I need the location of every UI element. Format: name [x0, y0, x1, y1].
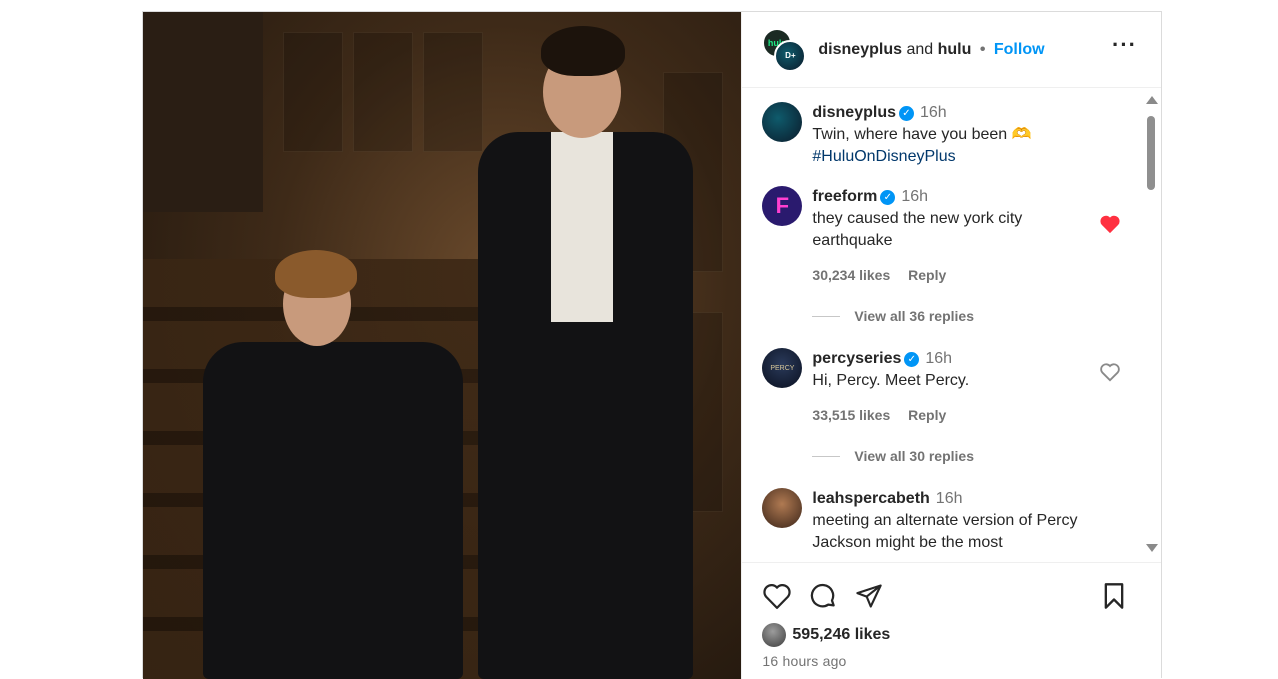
separator-dot: •	[979, 40, 986, 58]
scroll-up-arrow-icon[interactable]	[1146, 96, 1158, 104]
comment-likes[interactable]: 30,234 likes	[812, 267, 890, 283]
verified-badge-icon: ✓	[904, 352, 920, 367]
replies-divider	[812, 455, 841, 457]
view-replies-text[interactable]: View all 36 replies	[854, 308, 974, 324]
comments-list: disneyplus ✓ 16h Twin, where have you been…	[742, 88, 1161, 562]
likes-count[interactable]: 595,246 likes	[792, 626, 890, 644]
post-header: hulu D+ disneyplus and hulu • Follow ···	[742, 12, 1161, 88]
verified-badge-icon: ✓	[898, 106, 914, 121]
scroll-down-arrow-icon[interactable]	[1146, 544, 1158, 552]
post-actions: 595,246 likes 16 hours ago	[742, 562, 1161, 679]
owner-and-text: and	[906, 40, 934, 58]
owner-avatars[interactable]: hulu D+	[762, 27, 807, 72]
photo-background-wall	[143, 12, 263, 212]
share-send-icon[interactable]	[854, 582, 884, 610]
like-heart-icon[interactable]	[762, 582, 792, 610]
seated-person-hair	[275, 250, 357, 298]
caption-text: Twin, where have you been 🫶	[812, 126, 1032, 143]
comment-avatar[interactable]: PERCY	[762, 348, 803, 388]
follow-button[interactable]: Follow	[994, 41, 1045, 58]
comment-time: 16h	[935, 490, 963, 507]
comment-likes[interactable]: 33,515 likes	[812, 407, 890, 423]
seated-person-suit	[203, 342, 463, 679]
caption-hashtag[interactable]: #HuluOnDisneyPlus	[812, 148, 955, 165]
comment-avatar[interactable]	[762, 488, 803, 528]
standing-person-shirt	[551, 132, 613, 322]
comment-avatar[interactable]: F	[762, 186, 803, 226]
heart-filled-icon[interactable]	[1099, 214, 1121, 239]
comment-username[interactable]: freeform	[812, 188, 877, 205]
heart-outline-icon[interactable]	[1099, 362, 1121, 387]
more-options-icon[interactable]: ···	[1112, 34, 1137, 56]
comment-time: 16h	[925, 350, 953, 367]
comment-item: PERCY percyseries ✓ 16h Hi, Percy. Meet Pe…	[762, 348, 1161, 426]
view-replies-text[interactable]: View all 30 replies	[854, 448, 974, 464]
caption-avatar[interactable]	[762, 102, 803, 142]
comment-username[interactable]: leahspercabeth	[812, 490, 929, 507]
liker-avatar[interactable]	[762, 623, 787, 647]
comment-item: F freeform ✓ 16h they caused the new york …	[762, 186, 1161, 286]
view-replies-button[interactable]: View all 30 replies	[812, 448, 1161, 464]
comment-reply-button[interactable]: Reply	[908, 407, 946, 423]
owner-username[interactable]: disneyplus	[818, 41, 902, 58]
comment-bubble-icon[interactable]	[808, 581, 838, 611]
bookmark-icon[interactable]	[1101, 582, 1127, 610]
comment-username[interactable]: percyseries	[812, 350, 901, 367]
caption-time: 16h	[919, 104, 947, 121]
collaborator-username[interactable]: hulu	[938, 41, 972, 58]
post-caption: disneyplus ✓ 16h Twin, where have you been…	[762, 102, 1161, 168]
wood-panel	[283, 32, 343, 152]
scrollbar-thumb[interactable]	[1147, 116, 1155, 190]
comment-text: they caused the new york city earthquake	[812, 210, 1023, 249]
post-timestamp[interactable]: 16 hours ago	[762, 653, 1141, 669]
comment-time: 16h	[901, 188, 929, 205]
comment-reply-button[interactable]: Reply	[908, 267, 946, 283]
standing-person-hair	[541, 26, 625, 76]
view-replies-button[interactable]: View all 36 replies	[812, 308, 1161, 324]
comment-text: Hi, Percy. Meet Percy.	[812, 372, 970, 389]
comment-text: meeting an alternate version of Percy Ja…	[812, 512, 1078, 551]
post-photo[interactable]	[143, 12, 742, 679]
caption-username[interactable]: disneyplus	[812, 104, 896, 121]
wood-panel	[353, 32, 413, 152]
likes-row[interactable]: 595,246 likes	[762, 623, 1141, 647]
comments-scrollbar[interactable]	[1145, 96, 1158, 552]
replies-divider	[812, 315, 841, 317]
wood-panel	[423, 32, 483, 152]
instagram-post: hulu D+ disneyplus and hulu • Follow ···…	[142, 11, 1162, 679]
post-sidebar: hulu D+ disneyplus and hulu • Follow ···…	[741, 12, 1161, 679]
post-owner: disneyplus and hulu • Follow	[818, 41, 1044, 59]
disneyplus-avatar[interactable]: D+	[774, 39, 807, 72]
verified-badge-icon: ✓	[880, 190, 896, 205]
comment-item: leahspercabeth 16h meeting an alternate v…	[762, 488, 1161, 554]
